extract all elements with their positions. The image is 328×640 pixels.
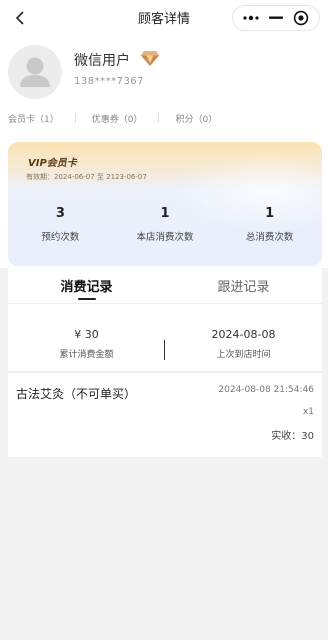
coupon-count[interactable]: 优惠券（0）: [84, 112, 151, 125]
minimize-icon: [268, 16, 283, 19]
user-silhouette-icon: [20, 57, 50, 87]
vip-card-validity: 有效期：2024-06-07 至 2123-06-07: [26, 173, 147, 181]
diamond-icon: [141, 51, 159, 66]
close-button[interactable]: [290, 8, 312, 28]
record-quantity: x1: [302, 407, 314, 417]
card-stats: 3 预约次数 1 本店消费次数 1 总消费次数: [8, 206, 322, 256]
divider: [74, 113, 76, 123]
vip-card-title: VIP会员卡: [28, 158, 77, 169]
last-visit-label: 上次到店时间: [216, 350, 271, 360]
record-paid-amount: 实收：30: [271, 431, 314, 442]
summary-divider: [164, 340, 165, 360]
customer-detail-page: 顾客详情 微信用户 138****7367 会员卡（1） 优惠券（0） 积分（0…: [0, 0, 328, 640]
consumption-summary: ¥ 30 累计消费金额 2024-08-08 上次到店时间: [8, 304, 322, 372]
tab-consumption-records[interactable]: 消费记录: [8, 268, 165, 303]
record-tabs: 消费记录 跟进记录: [8, 268, 322, 304]
tab-label: 消费记录: [60, 280, 113, 295]
divider: [158, 113, 160, 123]
stat-value: 1: [265, 206, 275, 221]
stat-value: 1: [160, 206, 170, 221]
more-button[interactable]: [240, 8, 262, 28]
member-badge: [140, 49, 160, 71]
stat-label: 本店消费次数: [136, 232, 194, 243]
total-visit-count-stat: 1 总消费次数: [217, 206, 322, 256]
stat-value: 3: [55, 206, 65, 221]
service-name: 古法艾灸（不可单买）: [16, 387, 137, 401]
active-tab-indicator: [77, 298, 96, 300]
points-count[interactable]: 积分（0）: [167, 112, 225, 125]
avatar[interactable]: [8, 45, 62, 99]
minimize-button[interactable]: [265, 8, 287, 28]
membership-card-count[interactable]: 会员卡（1）: [0, 112, 67, 125]
more-dots-icon: [243, 15, 259, 21]
target-circle-icon: [293, 10, 308, 26]
total-amount-block: ¥ 30 累计消费金额: [8, 304, 165, 371]
stat-label: 总消费次数: [245, 232, 294, 243]
last-visit-value: 2024-08-08: [211, 328, 276, 341]
phone-number: 138****7367: [74, 76, 145, 87]
mini-program-capsule: [232, 5, 320, 31]
vip-card-section: VIP会员卡 有效期：2024-06-07 至 2123-06-07 3 预约次…: [0, 140, 328, 268]
user-name: 微信用户: [74, 53, 130, 69]
profile-section: 微信用户 138****7367 会员卡（1） 优惠券（0） 积分（0）: [0, 36, 328, 140]
vip-card[interactable]: VIP会员卡 有效期：2024-06-07 至 2123-06-07 3 预约次…: [8, 142, 322, 266]
last-visit-block: 2024-08-08 上次到店时间: [165, 304, 322, 371]
record-time: 2024-08-08 21:54:46: [218, 385, 314, 395]
total-amount-label: 累计消费金额: [59, 350, 114, 360]
total-amount-value: ¥ 30: [74, 328, 99, 341]
tab-follow-up-records[interactable]: 跟进记录: [165, 268, 322, 303]
appointment-count-stat: 3 预约次数: [8, 206, 113, 256]
list-item[interactable]: 古法艾灸（不可单买） 2024-08-08 21:54:46 x1 实收：30: [8, 373, 322, 457]
store-visit-count-stat: 1 本店消费次数: [113, 206, 218, 256]
stat-label: 预约次数: [41, 232, 80, 243]
tab-label: 跟进记录: [217, 280, 270, 295]
member-assets-row: 会员卡（1） 优惠券（0） 积分（0）: [0, 110, 328, 126]
nav-bar: 顾客详情: [0, 0, 328, 36]
